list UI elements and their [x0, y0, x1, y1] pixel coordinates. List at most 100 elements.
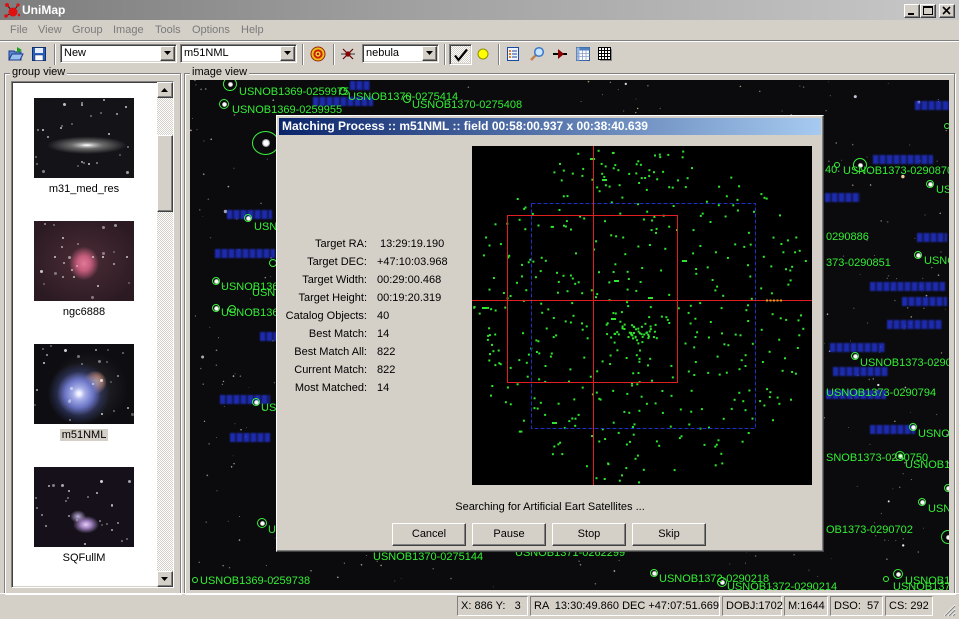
thumbnail-star — [36, 507, 38, 509]
check-toggle-button[interactable] — [449, 44, 472, 65]
menu-options[interactable]: Options — [192, 23, 230, 37]
menu-group[interactable]: Group — [72, 23, 103, 37]
match-point — [648, 330, 651, 333]
thumbnail-star — [121, 540, 123, 542]
menu-tools[interactable]: Tools — [155, 23, 181, 37]
detect-stars-button[interactable] — [339, 45, 357, 63]
thumbnail-star — [35, 156, 37, 158]
match-point — [690, 410, 693, 413]
match-point — [631, 384, 634, 387]
resize-grip-icon[interactable] — [942, 603, 956, 617]
match-point — [751, 342, 754, 345]
match-point — [785, 318, 788, 321]
thumbnail-star — [127, 407, 129, 409]
image-select[interactable]: m51NML — [180, 44, 297, 63]
menu-help[interactable]: Help — [241, 23, 264, 37]
match-point — [544, 413, 547, 416]
menu-image[interactable]: Image — [113, 23, 144, 37]
object-type-select[interactable]: nebula — [362, 44, 439, 63]
match-point — [688, 423, 691, 426]
open-button[interactable] — [7, 45, 25, 63]
match-point — [591, 435, 593, 438]
match-point — [618, 184, 621, 187]
grid-button[interactable] — [596, 45, 614, 63]
catalog-objects-label: Catalog Objects: — [285, 310, 367, 322]
match-point — [772, 236, 775, 239]
match-point — [606, 322, 609, 325]
mark-objects-button[interactable] — [474, 45, 492, 63]
match-point — [760, 328, 763, 331]
thumbnail-label[interactable]: m31_med_res — [24, 182, 144, 196]
image-select-dropdown-button[interactable] — [280, 46, 295, 61]
save-button[interactable] — [30, 45, 48, 63]
minimize-button[interactable] — [904, 4, 920, 18]
stop-button[interactable]: Stop — [552, 523, 626, 546]
thumbnail-image-selected[interactable] — [34, 344, 134, 424]
match-point — [668, 293, 671, 296]
thumbnail-image[interactable] — [34, 221, 134, 301]
thumbnail-star — [43, 283, 45, 285]
thumbnail-label[interactable]: SQFullM — [24, 551, 144, 565]
catalog-marker-circle — [219, 99, 229, 109]
chevron-down-icon — [284, 51, 291, 55]
match-point — [689, 322, 692, 325]
object-type-dropdown-button[interactable] — [422, 46, 437, 61]
match-point — [602, 179, 607, 181]
match-point — [785, 268, 787, 271]
match-point — [614, 312, 617, 315]
scroll-down-button[interactable] — [157, 571, 173, 587]
match-point — [502, 292, 505, 294]
match-point — [556, 271, 558, 274]
skip-button[interactable]: Skip — [632, 523, 706, 546]
match-point — [778, 402, 781, 405]
thumbnail-label-selected[interactable]: m51NML — [24, 428, 144, 442]
pause-button[interactable]: Pause — [472, 523, 546, 546]
match-point — [553, 171, 556, 174]
object-list-button[interactable] — [504, 45, 522, 63]
thumbnail-image[interactable] — [34, 98, 134, 178]
match-point — [647, 364, 649, 367]
match-point — [714, 445, 717, 448]
match-point — [798, 334, 801, 337]
match-point — [626, 392, 629, 395]
match-point — [684, 342, 687, 345]
match-point — [721, 332, 723, 335]
match-point — [619, 212, 622, 215]
match-point — [625, 357, 628, 359]
group-select-dropdown-button[interactable] — [160, 46, 175, 61]
match-point — [627, 336, 630, 338]
match-point — [637, 245, 640, 248]
thumbnail-label[interactable]: ngc6888 — [24, 305, 144, 319]
close-button[interactable] — [939, 4, 955, 18]
match-point — [635, 172, 638, 175]
thumbnail-star — [96, 162, 98, 164]
maximize-icon — [923, 6, 933, 15]
match-point — [596, 186, 599, 189]
match-point — [492, 277, 495, 279]
match-point — [549, 355, 552, 358]
match-point — [798, 249, 801, 252]
dialog-title-bar[interactable]: Matching Process :: m51NML :: field 00:5… — [279, 118, 821, 135]
match-point — [491, 343, 493, 346]
scroll-up-button[interactable] — [157, 82, 173, 98]
match-point — [660, 269, 663, 272]
table-button[interactable] — [574, 45, 592, 63]
maximize-button[interactable] — [920, 4, 936, 18]
pin-arrow-button[interactable] — [551, 45, 569, 63]
match-point — [533, 397, 536, 400]
scroll-thumb[interactable] — [157, 135, 173, 212]
match-point — [595, 477, 598, 480]
match-point — [581, 386, 584, 389]
cancel-button[interactable]: Cancel — [392, 523, 466, 546]
match-point — [672, 205, 675, 207]
match-point — [638, 360, 641, 363]
menu-file[interactable]: File — [10, 23, 28, 37]
thumbnail-image[interactable] — [34, 467, 134, 547]
group-select[interactable]: New — [60, 44, 177, 63]
target-button[interactable] — [309, 45, 327, 63]
search-button[interactable] — [528, 45, 546, 63]
match-point — [667, 153, 670, 156]
menu-view[interactable]: View — [38, 23, 62, 37]
match-point — [707, 371, 710, 374]
title-bar[interactable]: UniMap — [0, 0, 959, 20]
